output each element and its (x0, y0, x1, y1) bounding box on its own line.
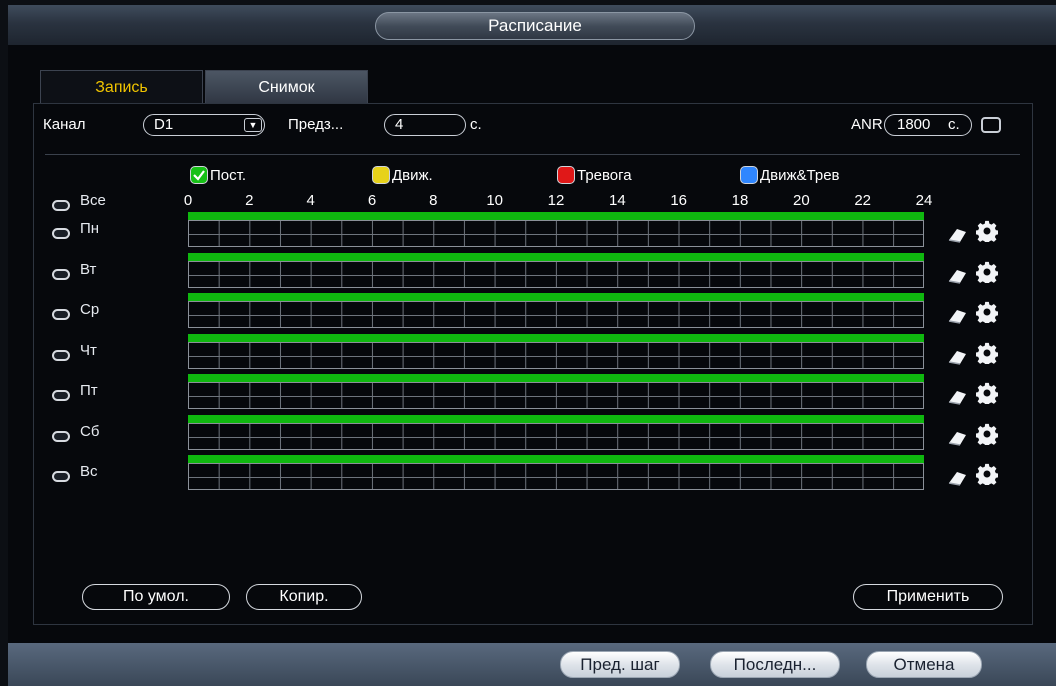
divider (45, 154, 1020, 155)
time-grid (188, 382, 924, 409)
last-button[interactable]: Последн... (710, 651, 840, 678)
day-label: Вт (80, 261, 97, 278)
chevron-down-icon[interactable]: ▼ (244, 118, 262, 132)
gear-icon[interactable] (975, 261, 999, 286)
check-icon (193, 170, 205, 181)
hour-label: 12 (547, 192, 565, 209)
legend-label-regular: Пост. (210, 167, 246, 184)
time-grid (188, 261, 924, 288)
legend-label-alarm: Тревога (577, 167, 632, 184)
day-schedule-bar[interactable] (188, 253, 924, 288)
legend-label-motion: Движ. (392, 167, 433, 184)
eraser-icon[interactable] (946, 429, 968, 446)
day-toggle[interactable] (52, 431, 70, 442)
day-schedule-bar[interactable] (188, 334, 924, 369)
anr-unit: с. (948, 116, 960, 133)
day-label: Чт (80, 342, 97, 359)
day-schedule-bar[interactable] (188, 455, 924, 490)
copy-button[interactable]: Копир. (246, 584, 362, 610)
time-grid (188, 220, 924, 247)
hour-label: 0 (183, 192, 193, 209)
hour-label: 18 (731, 192, 749, 209)
hour-label: 14 (608, 192, 626, 209)
legend-label-motion-alarm: Движ&Трев (760, 167, 840, 184)
eraser-icon[interactable] (946, 226, 968, 243)
hour-label: 16 (670, 192, 687, 209)
record-period (188, 455, 924, 463)
day-label: Вс (80, 463, 98, 480)
tab-record[interactable]: Запись (40, 70, 203, 104)
day-schedule-bar[interactable] (188, 415, 924, 450)
day-toggle[interactable] (52, 269, 70, 280)
day-label: Пт (80, 382, 98, 399)
time-grid (188, 301, 924, 328)
record-period (188, 253, 924, 261)
day-schedule-bar[interactable] (188, 374, 924, 409)
hour-label: 24 (915, 192, 933, 209)
gear-icon[interactable] (975, 301, 999, 326)
gear-icon[interactable] (975, 463, 999, 488)
prev-step-button[interactable]: Пред. шаг (560, 651, 680, 678)
record-period (188, 334, 924, 342)
eraser-icon[interactable] (946, 469, 968, 486)
day-toggle[interactable] (52, 471, 70, 482)
window-title: Расписание (375, 12, 695, 40)
apply-button[interactable]: Применить (853, 584, 1003, 610)
gear-icon[interactable] (975, 423, 999, 448)
eraser-icon[interactable] (946, 307, 968, 324)
prerecord-unit: с. (470, 116, 482, 133)
anr-checkbox[interactable] (981, 117, 1001, 133)
hour-label: 20 (792, 192, 810, 209)
hour-label: 6 (367, 192, 377, 209)
prerecord-value: 4 (395, 116, 404, 133)
legend-check-motion-alarm[interactable] (740, 166, 758, 184)
prerecord-label: Предз... (288, 116, 344, 133)
legend-check-alarm[interactable] (557, 166, 575, 184)
channel-value: D1 (154, 116, 174, 133)
gear-icon[interactable] (975, 382, 999, 407)
record-period (188, 374, 924, 382)
anr-label: ANR (851, 116, 883, 133)
day-toggle[interactable] (52, 228, 70, 239)
record-period (188, 415, 924, 423)
day-toggle[interactable] (52, 309, 70, 320)
time-grid (188, 423, 924, 450)
hour-label: 22 (854, 192, 871, 209)
tab-snapshot[interactable]: Снимок (205, 70, 368, 104)
day-label: Пн (80, 220, 100, 237)
gear-icon[interactable] (975, 220, 999, 245)
eraser-icon[interactable] (946, 388, 968, 405)
hour-label: 2 (245, 192, 254, 209)
eraser-icon[interactable] (946, 267, 968, 284)
hour-label: 4 (306, 192, 315, 209)
anr-value: 1800 (897, 116, 931, 133)
legend-check-motion[interactable] (372, 166, 390, 184)
hour-label: 8 (429, 192, 438, 209)
day-schedule-bar[interactable] (188, 293, 924, 328)
day-schedule-bar[interactable] (188, 212, 924, 247)
legend-check-regular[interactable] (190, 166, 208, 184)
day-label: Ср (80, 301, 100, 318)
time-grid (188, 342, 924, 369)
eraser-icon[interactable] (946, 348, 968, 365)
record-period (188, 293, 924, 301)
all-days-label: Все (80, 192, 106, 209)
record-period (188, 212, 924, 220)
channel-label: Канал (43, 116, 86, 133)
cancel-button[interactable]: Отмена (866, 651, 982, 678)
day-toggle[interactable] (52, 390, 70, 401)
hour-label: 10 (486, 192, 503, 209)
gear-icon[interactable] (975, 342, 999, 367)
prerecord-input[interactable]: 4 (384, 114, 466, 136)
default-button[interactable]: По умол. (82, 584, 230, 610)
day-label: Сб (80, 423, 100, 440)
time-grid (188, 463, 924, 490)
all-days-toggle[interactable] (52, 200, 70, 211)
day-toggle[interactable] (52, 350, 70, 361)
